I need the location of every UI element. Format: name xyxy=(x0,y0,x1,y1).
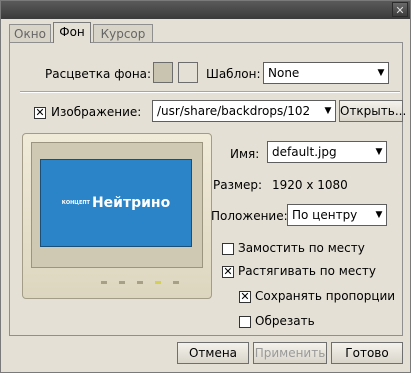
monitor-button-icon xyxy=(101,281,107,284)
tab-window[interactable]: Окно xyxy=(9,24,51,42)
tile-label: Замостить по месту xyxy=(238,241,365,255)
display-settings-window: ✕ Окно Фон Курсор Расцветка фона: Шаблон… xyxy=(0,0,411,373)
tab-background[interactable]: Фон xyxy=(53,22,91,43)
tile-checkbox[interactable] xyxy=(222,243,234,255)
ok-button[interactable]: Готово xyxy=(331,342,403,364)
crop-checkbox[interactable] xyxy=(239,316,251,328)
background-panel: Расцветка фона: Шаблон: None ▼ ✕ Изображ… xyxy=(9,42,406,336)
name-dropdown[interactable]: default.jpg ▼ xyxy=(267,141,387,163)
title-bar: ✕ xyxy=(1,1,410,19)
image-path-value: /usr/share/backdrops/102 xyxy=(157,104,311,118)
position-label: Положение: xyxy=(211,209,288,223)
monitor-bezel: КОНЦЕПТ Нейтрино xyxy=(31,142,203,268)
keep-aspect-checkbox[interactable]: ✕ xyxy=(239,291,251,303)
dropdown-arrow-icon: ▼ xyxy=(372,205,386,225)
monitor-button-icon xyxy=(119,281,125,284)
separator xyxy=(20,91,400,93)
pattern-value: None xyxy=(268,66,300,80)
pattern-label: Шаблон: xyxy=(206,67,261,81)
name-value: default.jpg xyxy=(272,145,337,159)
dropdown-arrow-icon: ▼ xyxy=(372,142,386,162)
image-label: Изображение: xyxy=(51,105,142,119)
apply-button[interactable]: Применить xyxy=(253,342,327,364)
stretch-checkbox[interactable]: ✕ xyxy=(222,266,234,278)
stretch-label: Растягивать по месту xyxy=(238,264,376,278)
image-checkbox[interactable]: ✕ xyxy=(34,107,46,119)
background-color-swatch-1[interactable] xyxy=(153,62,173,83)
size-value: 1920 x 1080 xyxy=(272,178,348,192)
dropdown-arrow-icon: ▼ xyxy=(374,63,388,83)
size-label: Размер: xyxy=(213,178,263,192)
background-color-swatch-2[interactable] xyxy=(178,62,198,83)
background-color-label: Расцветка фона: xyxy=(45,67,152,81)
preview-screen: КОНЦЕПТ Нейтрино xyxy=(40,159,192,247)
monitor-preview: КОНЦЕПТ Нейтрино xyxy=(22,133,212,299)
logo-small-text: КОНЦЕПТ xyxy=(61,200,90,206)
image-path-field[interactable]: /usr/share/backdrops/102 ▼ xyxy=(152,100,336,122)
crop-label: Обрезать xyxy=(255,314,315,328)
keep-aspect-label: Сохранять пропорции xyxy=(255,289,396,303)
position-value: По центру xyxy=(292,208,358,222)
monitor-base xyxy=(31,270,203,290)
open-button[interactable]: Открыть... xyxy=(339,100,406,122)
monitor-button-icon xyxy=(137,281,143,284)
preview-logo: КОНЦЕПТ Нейтрино xyxy=(41,160,191,246)
power-led-icon xyxy=(155,281,161,284)
tab-cursor[interactable]: Курсор xyxy=(93,24,153,42)
position-dropdown[interactable]: По центру ▼ xyxy=(287,204,387,226)
close-icon[interactable]: ✕ xyxy=(392,2,408,17)
dropdown-arrow-icon: ▼ xyxy=(321,101,335,121)
monitor-button-icon xyxy=(173,281,179,284)
pattern-dropdown[interactable]: None ▼ xyxy=(263,62,389,84)
cancel-button[interactable]: Отмена xyxy=(177,342,249,364)
name-label: Имя: xyxy=(230,147,260,161)
logo-text: Нейтрино xyxy=(91,195,171,211)
